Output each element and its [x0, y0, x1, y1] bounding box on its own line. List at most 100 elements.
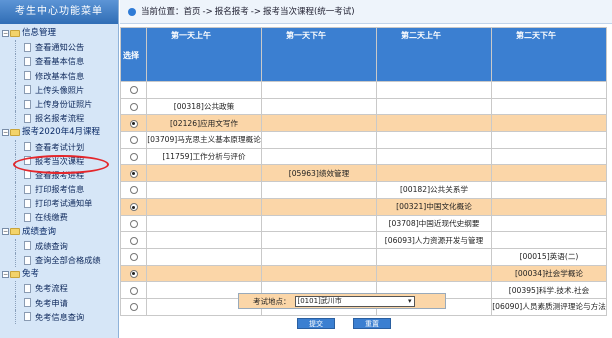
sidebar-group[interactable]: − 成绩查询	[2, 225, 118, 239]
document-icon	[24, 184, 31, 194]
breadcrumb-home[interactable]: 首页	[184, 0, 201, 24]
sidebar-item[interactable]: 成绩查询	[2, 238, 118, 254]
breadcrumb-prefix: 当前位置：	[141, 6, 184, 17]
course-radio[interactable]	[129, 136, 138, 145]
sidebar-item[interactable]: 在线缴费	[2, 210, 118, 225]
breadcrumb-section[interactable]: 报名报考	[215, 0, 249, 24]
select-column-header: 选择	[120, 27, 147, 82]
table-row: [00015]英语(二)	[120, 247, 607, 266]
course-radio[interactable]	[129, 186, 138, 195]
table-row: [02126]应用文写作	[120, 114, 607, 133]
sidebar-group[interactable]: − 报考2020年4月课程	[2, 125, 118, 139]
folder-icon	[10, 270, 20, 278]
course-cell	[491, 214, 607, 233]
course-radio[interactable]	[129, 119, 138, 128]
document-icon	[24, 113, 31, 123]
course-cell	[376, 147, 492, 166]
sidebar-item-label: 免考申请	[35, 297, 68, 308]
course-radio[interactable]	[129, 103, 138, 112]
sidebar-item[interactable]: 修改基本信息	[2, 68, 118, 83]
sidebar-item-label: 查看通知公告	[35, 42, 85, 53]
sidebar-title: 考生中心功能菜单	[0, 0, 118, 24]
sidebar-item[interactable]: 查看基本信息	[2, 54, 118, 69]
table-row: [05963]绩效管理	[120, 164, 607, 183]
breadcrumb-separator: ->	[202, 6, 213, 17]
course-cell: [05963]绩效管理	[261, 164, 377, 183]
column-header: 第二天下午	[491, 27, 607, 82]
sidebar-item[interactable]: 打印考试通知单	[2, 196, 118, 211]
course-cell	[376, 164, 492, 183]
course-cell	[146, 214, 262, 233]
breadcrumb-separator: ->	[250, 6, 261, 17]
course-cell	[261, 114, 377, 133]
sidebar-item[interactable]: 免考申请	[2, 295, 118, 310]
folder-icon	[10, 29, 20, 37]
select-cell	[120, 231, 147, 249]
course-radio[interactable]	[129, 86, 138, 95]
table-row: [11759]工作分析与评价	[120, 147, 607, 166]
table-header-row: 选择 第一天上午 第一天下午 第二天上午 第二天下午	[120, 27, 607, 82]
sidebar: 考生中心功能菜单 − 信息管理查看通知公告 查看基本信息 修改基本信息 上传头像照片 上传…	[0, 0, 119, 338]
collapse-toggle-icon[interactable]: −	[2, 228, 9, 236]
course-cell	[376, 81, 492, 99]
submit-button[interactable]: 提交	[297, 318, 335, 329]
document-icon	[24, 56, 31, 66]
sidebar-item-label: 查看基本信息	[35, 56, 85, 67]
course-radio[interactable]	[129, 236, 138, 245]
course-cell	[146, 181, 262, 199]
course-radio[interactable]	[129, 203, 138, 212]
sidebar-item-label: 打印考试通知单	[35, 198, 93, 209]
course-radio[interactable]	[129, 219, 138, 228]
sidebar-item[interactable]: 报名报考流程	[2, 111, 118, 126]
sidebar-group-label: 免考	[22, 269, 40, 280]
sidebar-item[interactable]: 打印报考信息	[2, 182, 118, 197]
location-label: 考试地点：	[253, 296, 291, 306]
course-cell: [00318]公共政策	[146, 97, 262, 116]
course-radio[interactable]	[129, 169, 138, 178]
sidebar-item-label: 上传头像照片	[35, 84, 85, 95]
collapse-toggle-icon[interactable]: −	[2, 128, 9, 136]
column-header: 第二天上午	[376, 27, 492, 82]
select-cell	[120, 264, 147, 283]
chevron-down-icon: ▾	[407, 296, 412, 305]
course-cell	[376, 264, 492, 283]
course-cell	[491, 131, 607, 149]
document-icon	[24, 42, 31, 52]
course-cell: [11759]工作分析与评价	[146, 147, 262, 166]
sidebar-item-label: 成绩查询	[35, 240, 68, 251]
location-select[interactable]: [0101]武川市 ▾	[294, 295, 415, 307]
course-radio[interactable]	[129, 253, 138, 262]
course-cell	[376, 247, 492, 266]
course-radio[interactable]	[129, 153, 138, 162]
course-cell: [00034]社会学概论	[491, 264, 607, 283]
sidebar-item[interactable]: 查看考试计划	[2, 139, 118, 154]
document-icon	[24, 99, 31, 109]
course-cell	[491, 164, 607, 183]
course-cell	[261, 264, 377, 283]
sidebar-group[interactable]: − 免考	[2, 267, 118, 281]
document-icon	[24, 142, 31, 152]
collapse-toggle-icon[interactable]: −	[2, 270, 9, 278]
select-cell	[120, 131, 147, 149]
table-row: [03709]马克思主义基本原理概论	[120, 131, 607, 149]
sidebar-item[interactable]: 查询全部合格成绩	[2, 253, 118, 268]
sidebar-item[interactable]: 查看通知公告	[2, 40, 118, 55]
folder-icon	[10, 228, 20, 236]
document-icon	[24, 241, 31, 251]
course-cell	[261, 197, 377, 216]
sidebar-item[interactable]: 上传头像照片	[2, 82, 118, 98]
sidebar-group[interactable]: − 信息管理	[2, 26, 118, 40]
reset-button[interactable]: 重置	[353, 318, 391, 329]
select-cell	[120, 197, 147, 216]
collapse-toggle-icon[interactable]: −	[2, 29, 9, 37]
course-radio[interactable]	[129, 269, 138, 278]
main-panel: 当前位置： 首页 -> 报名报考 -> 报考当次课程(统一考试) 选择 第一天上…	[120, 0, 612, 338]
document-icon	[24, 213, 31, 223]
sidebar-item-label: 报名报考流程	[35, 113, 85, 124]
sidebar-item[interactable]: 免考信息查询	[2, 309, 118, 325]
sidebar-item-label: 在线缴费	[35, 212, 68, 223]
sidebar-item[interactable]: 免考流程	[2, 281, 118, 296]
table-row: [06093]人力资源开发与管理	[120, 231, 607, 249]
sidebar-item[interactable]: 上传身份证照片	[2, 96, 118, 112]
course-cell	[261, 247, 377, 266]
